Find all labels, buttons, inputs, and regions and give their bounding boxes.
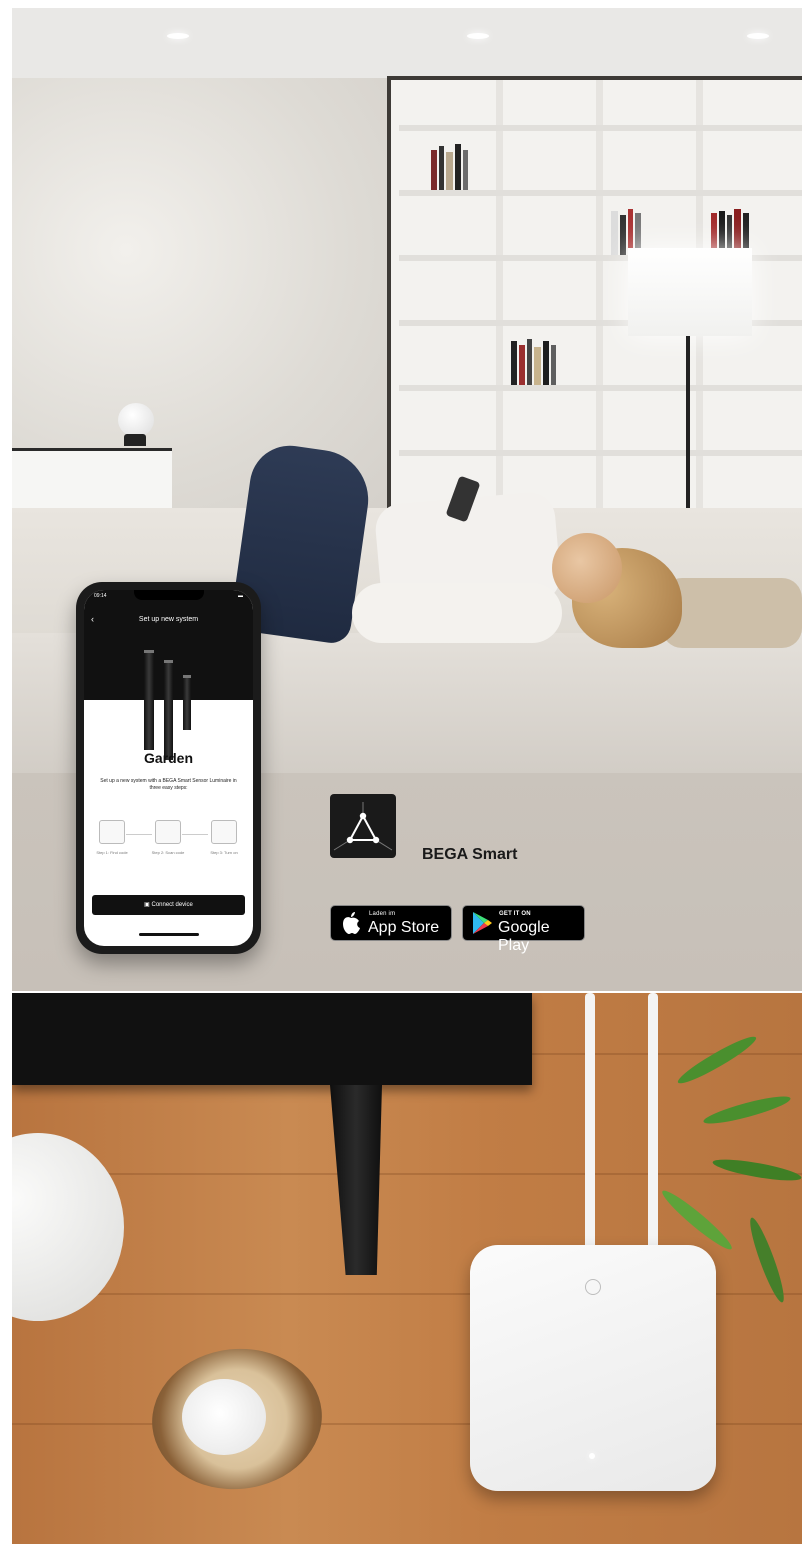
plant-leaf xyxy=(674,1031,760,1089)
person-head xyxy=(552,533,622,603)
bollard-cap xyxy=(164,660,173,663)
ceiling-spotlight xyxy=(467,33,489,39)
plant-leaf xyxy=(745,1215,789,1305)
tv-screen xyxy=(12,993,532,1085)
setup-step-2: Step 2: Scan code xyxy=(148,820,188,855)
plant-leaf xyxy=(701,1091,793,1129)
hero-living-room-image: 09:14 ▬ ‹ Set up new system Garden Set u… xyxy=(12,8,802,991)
table-lamp-base xyxy=(124,434,146,446)
power-cable xyxy=(585,993,595,1255)
status-time: 09:14 xyxy=(94,593,107,599)
bega-smart-app-icon[interactable] xyxy=(330,794,396,858)
phone-mockup: 09:14 ▬ ‹ Set up new system Garden Set u… xyxy=(76,582,261,954)
tealight-candle xyxy=(182,1379,266,1455)
setup-step-1: Step 1: Find code xyxy=(92,820,132,855)
network-cable xyxy=(648,993,658,1255)
ceiling-spotlight xyxy=(747,33,769,39)
floor-lamp-shade xyxy=(628,248,752,336)
connect-device-button[interactable]: ▣ Connect device xyxy=(92,895,245,915)
home-indicator xyxy=(139,933,199,936)
bollard-luminaire xyxy=(144,650,154,750)
connect-device-label: Connect device xyxy=(151,902,193,908)
app-store-badge[interactable]: Laden im App Store xyxy=(330,905,452,941)
app-store-text: App Store xyxy=(368,919,440,936)
table-lamp xyxy=(118,403,154,437)
screen-title: Set up new system xyxy=(138,616,199,623)
step-label: Step 3: Turn on xyxy=(210,850,238,855)
app-store-small-text: Laden im xyxy=(369,911,396,917)
desk-gateway-image xyxy=(12,993,802,1544)
bega-smart-triangle-icon xyxy=(333,802,393,851)
code-card-icon xyxy=(99,820,125,844)
google-play-icon xyxy=(473,912,492,934)
phone-screen: 09:14 ▬ ‹ Set up new system Garden Set u… xyxy=(84,590,253,946)
step-label: Step 1: Find code xyxy=(96,850,128,855)
bega-logo-icon xyxy=(585,1279,601,1295)
phone-notch xyxy=(134,590,204,600)
bega-smart-gateway xyxy=(470,1245,716,1491)
apple-icon xyxy=(343,912,360,934)
bollard-cap xyxy=(144,650,154,653)
battery-icon: ▬ xyxy=(238,593,243,599)
product-title: Garden xyxy=(143,750,193,766)
wall xyxy=(12,78,392,508)
tv-stand xyxy=(330,1085,382,1275)
ceiling-spotlight xyxy=(167,33,189,39)
google-play-small-text: GET IT ON xyxy=(499,911,531,917)
scan-icon xyxy=(155,820,181,844)
step-label: Step 2: Scan code xyxy=(151,850,185,855)
sofa-cushion xyxy=(662,578,802,648)
step-connector xyxy=(126,834,152,835)
ceiling xyxy=(12,8,802,78)
step-connector xyxy=(182,834,208,835)
bollard-luminaire xyxy=(183,675,191,730)
person-torso xyxy=(352,583,562,643)
google-play-text: Google Play xyxy=(498,919,550,954)
plant-leaf xyxy=(658,1185,736,1255)
setup-step-3: Step 3: Turn on xyxy=(204,820,244,855)
bollard-icon xyxy=(211,820,237,844)
plant-leaf xyxy=(711,1155,802,1185)
app-name: BEGA Smart xyxy=(422,846,518,863)
google-play-badge[interactable]: GET IT ON Google Play xyxy=(462,905,585,954)
setup-description: Set up a new system with a BEGA Smart Se… xyxy=(100,778,237,791)
status-led xyxy=(589,1453,595,1459)
bollard-cap xyxy=(183,675,191,678)
bollard-luminaire xyxy=(164,660,173,760)
screen-header: 09:14 ▬ ‹ Set up new system xyxy=(84,590,253,760)
